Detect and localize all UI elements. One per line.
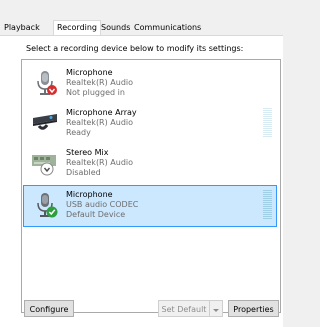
- recording-panel: Select a recording device below to modif…: [0, 35, 283, 327]
- device-driver: Realtek(R) Audio: [66, 158, 134, 167]
- level-meter: [263, 190, 272, 220]
- set-default-button: Set Default: [158, 300, 209, 317]
- list-item-selected[interactable]: Microphone USB audio CODEC Default Devic…: [23, 185, 277, 227]
- configure-button[interactable]: Configure: [24, 300, 74, 317]
- microphone-unplugged-icon: [31, 69, 59, 97]
- microphone-default-icon: [31, 191, 59, 219]
- device-name: Microphone: [66, 190, 113, 199]
- level-meter: [263, 108, 272, 138]
- device-driver: Realtek(R) Audio: [66, 78, 134, 87]
- tab-recording[interactable]: Recording: [53, 20, 102, 35]
- properties-button[interactable]: Properties: [228, 300, 279, 317]
- device-name: Microphone: [66, 68, 113, 77]
- device-name: Microphone Array: [66, 108, 137, 117]
- set-default-dropdown: [209, 300, 223, 317]
- list-item[interactable]: Microphone Realtek(R) Audio Not plugged …: [24, 64, 276, 104]
- device-status: Default Device: [66, 210, 126, 219]
- stereo-mix-disabled-icon: [31, 149, 59, 177]
- chevron-down-icon: [212, 305, 220, 314]
- device-status: Not plugged in: [66, 88, 125, 97]
- tab-sounds[interactable]: Sounds: [98, 22, 133, 34]
- tab-playback[interactable]: Playback: [1, 22, 43, 34]
- tab-communications[interactable]: Communications: [131, 22, 204, 34]
- device-status: Disabled: [66, 168, 101, 177]
- device-driver: USB audio CODEC: [66, 200, 139, 209]
- device-driver: Realtek(R) Audio: [66, 118, 134, 127]
- list-item[interactable]: Stereo Mix Realtek(R) Audio Disabled: [24, 144, 276, 184]
- list-item[interactable]: Microphone Array Realtek(R) Audio Ready: [24, 104, 276, 144]
- microphone-array-icon: [31, 109, 59, 137]
- tab-strip: Playback Recording Sounds Communications: [0, 20, 283, 35]
- device-name: Stereo Mix: [66, 148, 109, 157]
- instruction-text: Select a recording device below to modif…: [26, 44, 244, 53]
- device-list[interactable]: Microphone Realtek(R) Audio Not plugged …: [21, 59, 281, 313]
- device-status: Ready: [66, 128, 91, 137]
